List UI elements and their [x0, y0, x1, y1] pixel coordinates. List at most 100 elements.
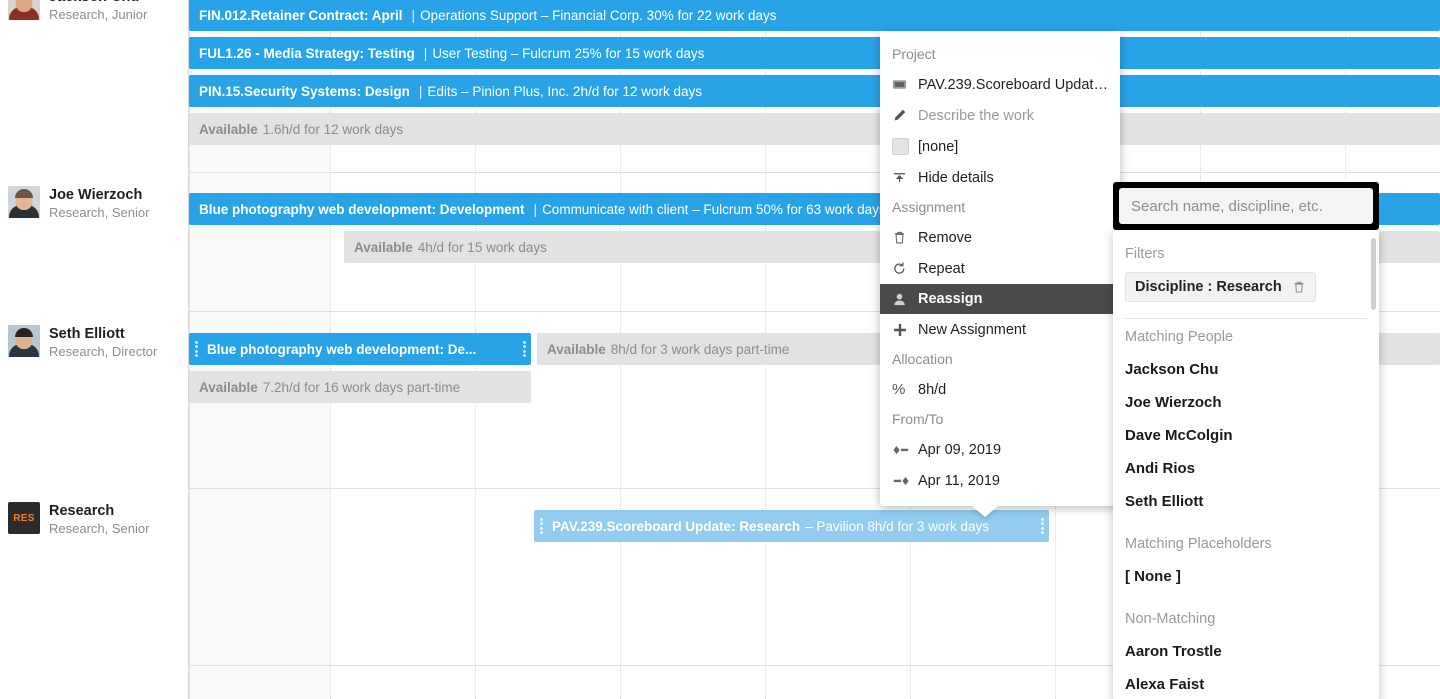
reassign-person-option[interactable]: Joe Wierzoch: [1113, 386, 1379, 419]
reassign-person-option[interactable]: Jackson Chu: [1113, 353, 1379, 386]
reassign-person-option[interactable]: Aaron Trostle: [1113, 635, 1379, 668]
resize-handle-right[interactable]: [1040, 518, 1044, 534]
context-menu-item-label: New Assignment: [918, 322, 1026, 338]
reassign-group-heading: Matching Placeholders: [1113, 530, 1379, 560]
person-cell[interactable]: Jackson ChuResearch, Junior: [0, 0, 189, 24]
bar-separator: |: [412, 8, 416, 23]
context-menu-item-describe-the-work[interactable]: Describe the work: [880, 100, 1120, 131]
context-menu-item-label: Apr 11, 2019: [918, 473, 1000, 489]
reassign-person-option[interactable]: Dave McColgin: [1113, 419, 1379, 452]
bar-detail: User Testing – Fulcrum 25% for 15 work d…: [432, 46, 704, 61]
context-menu-item-label: Hide details: [918, 170, 994, 186]
context-menu-item-hide-details[interactable]: Hide details: [880, 162, 1120, 193]
context-menu-item-new-assignment[interactable]: New Assignment: [880, 314, 1120, 345]
filter-chip[interactable]: Discipline : Research: [1125, 272, 1316, 302]
bar-separator: |: [419, 84, 423, 99]
context-menu-item-reassign[interactable]: Reassign: [880, 284, 1121, 314]
avatar: [8, 0, 40, 20]
panel-divider: [1125, 318, 1367, 319]
reassign-person-option[interactable]: Alexa Faist: [1113, 668, 1379, 699]
person-icon: [892, 292, 918, 307]
panel-scrollbar[interactable]: [1371, 238, 1376, 310]
person-cell[interactable]: RESResearchResearch, Senior: [0, 496, 189, 538]
bar-title: FIN.012.Retainer Contract: April: [199, 8, 403, 23]
end-date-icon: [892, 475, 918, 487]
repeat-icon: [892, 261, 918, 276]
assignment-bar[interactable]: Blue photography web development: De...: [189, 333, 531, 365]
pencil-icon: [892, 108, 918, 123]
person-role: Research, Senior: [49, 204, 149, 222]
context-menu-item-label: PAV.239.Scoreboard Updat…: [918, 77, 1108, 93]
bar-detail: 1.6h/d for 12 work days: [263, 122, 403, 137]
bar-title: Blue photography web development: Develo…: [199, 202, 525, 217]
person-role: Research, Director: [49, 343, 157, 361]
context-menu-item-label: Repeat: [918, 261, 965, 277]
context-menu-item-label: Remove: [918, 230, 972, 246]
resize-handle-left[interactable]: [539, 518, 543, 534]
bar-title: PAV.239.Scoreboard Update: Research: [552, 519, 800, 534]
person-name: Seth Elliott: [49, 326, 157, 342]
context-menu-section-heading: Project: [880, 40, 1120, 69]
context-menu-item-none[interactable]: [none]: [880, 131, 1120, 162]
bar-title: FUL1.26 - Media Strategy: Testing: [199, 46, 415, 61]
search-field-wrapper[interactable]: [1113, 182, 1379, 230]
context-menu-item-repeat[interactable]: Repeat: [880, 253, 1120, 284]
reassign-person-option[interactable]: [ None ]: [1113, 560, 1379, 593]
availability-bar[interactable]: Available 1.6h/d for 12 work days: [189, 113, 1440, 145]
percent-icon: %: [892, 381, 918, 398]
bar-detail: 7.2h/d for 16 work days part-time: [263, 380, 460, 395]
project-swatch-icon: [892, 77, 918, 92]
search-input[interactable]: [1119, 188, 1373, 224]
person-name: Jackson Chu: [49, 0, 147, 5]
person-name: Joe Wierzoch: [49, 187, 149, 203]
resize-handle-right[interactable]: [522, 341, 526, 357]
resize-handle-left[interactable]: [194, 341, 198, 357]
assignment-bar[interactable]: PIN.15.Security Systems: Design|Edits – …: [189, 75, 1440, 107]
bar-detail: Operations Support – Financial Corp. 30%…: [420, 8, 776, 23]
context-menu-item-label: 8h/d: [918, 382, 946, 398]
context-menu-item-label: Reassign: [918, 291, 982, 307]
person-cell[interactable]: Seth ElliottResearch, Director: [0, 319, 189, 361]
context-menu-item-apr-11-2019[interactable]: Apr 11, 2019: [880, 465, 1120, 496]
filter-chip-label: Discipline : Research: [1135, 279, 1282, 295]
trash-icon: [892, 230, 918, 245]
start-date-icon: [892, 444, 918, 456]
bar-title: Available: [199, 380, 258, 395]
reassign-person-option[interactable]: Andi Rios: [1113, 452, 1379, 485]
bar-title: Available: [199, 122, 258, 137]
plus-icon: [892, 322, 918, 338]
context-menu-item-apr-09-2019[interactable]: Apr 09, 2019: [880, 434, 1120, 465]
reassign-panel-body: Filters Discipline : Research Matching P…: [1113, 230, 1379, 699]
context-menu-item-pav-239-scoreboard-updat[interactable]: PAV.239.Scoreboard Updat…: [880, 69, 1120, 100]
assignment-bar[interactable]: FIN.012.Retainer Contract: April | Operati…: [189, 0, 1440, 31]
person-role: Research, Junior: [49, 6, 147, 24]
context-menu-item-remove[interactable]: Remove: [880, 222, 1120, 253]
reassign-panel[interactable]: Filters Discipline : Research Matching P…: [1113, 182, 1379, 699]
assignment-context-menu[interactable]: Project PAV.239.Scoreboard Updat… Describe…: [880, 32, 1120, 506]
context-menu-item-8h-d[interactable]: %8h/d: [880, 374, 1120, 405]
context-menu-item-label: Apr 09, 2019: [918, 442, 1001, 458]
hide-details-icon: [892, 170, 918, 185]
context-menu-item-label: Describe the work: [918, 108, 1034, 124]
context-menu-pointer: [972, 506, 998, 517]
schedule-app: FIN.012.Retainer Contract: April | Operati…: [0, 0, 1440, 699]
filter-chips: Discipline : Research: [1113, 270, 1379, 308]
context-menu-item-label: [none]: [918, 139, 958, 155]
bar-separator: |: [424, 46, 428, 61]
filters-heading: Filters: [1113, 240, 1379, 270]
row-divider: [189, 172, 1440, 173]
bar-title: Available: [354, 240, 413, 255]
bar-detail: 8h/d for 3 work days part-time: [611, 342, 790, 357]
assignment-bar[interactable]: FUL1.26 - Media Strategy: Testing | User T…: [189, 37, 1440, 69]
availability-bar[interactable]: Available 7.2h/d for 16 work days part-ti…: [189, 371, 531, 403]
context-menu-section-heading: Assignment: [880, 193, 1120, 222]
bar-title: Available: [547, 342, 606, 357]
bar-separator: |: [534, 202, 538, 217]
trash-icon[interactable]: [1292, 280, 1306, 294]
color-swatch-icon: [892, 138, 918, 155]
bar-detail: 4h/d for 15 work days: [418, 240, 547, 255]
person-cell[interactable]: Joe WierzochResearch, Senior: [0, 180, 189, 222]
person-role: Research, Senior: [49, 520, 149, 538]
bar-detail: Edits – Pinion Plus, Inc. 2h/d for 12 wo…: [427, 84, 702, 99]
reassign-person-option[interactable]: Seth Elliott: [1113, 485, 1379, 518]
